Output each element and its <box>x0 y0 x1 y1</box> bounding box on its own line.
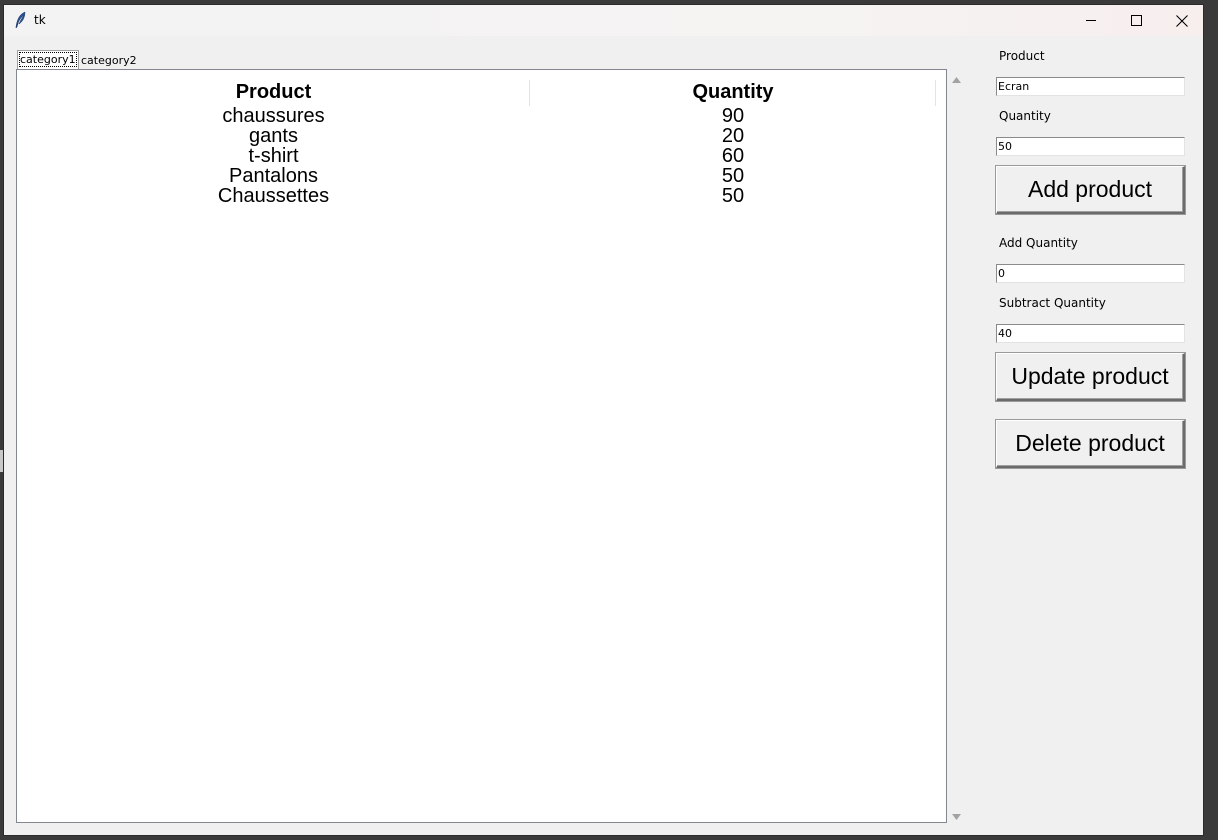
table-row[interactable]: Chaussettes 50 <box>17 186 946 206</box>
minimize-button[interactable] <box>1068 5 1114 36</box>
cell-quantity: 50 <box>721 166 745 186</box>
column-header-label: Quantity <box>692 80 774 103</box>
column-header-product[interactable]: Product <box>17 70 530 110</box>
update-product-button[interactable]: Update product <box>996 353 1185 401</box>
add-quantity-label: Add Quantity <box>999 236 1078 250</box>
tab-label: category2 <box>81 54 137 67</box>
product-field[interactable]: Ecran <box>996 77 1185 96</box>
title-bar[interactable]: tk <box>4 5 1203 36</box>
table-row[interactable]: Pantalons 50 <box>17 166 946 186</box>
cell-quantity: 90 <box>721 106 745 126</box>
maximize-icon <box>1130 15 1142 26</box>
quantity-field[interactable]: 50 <box>996 137 1185 156</box>
maximize-button[interactable] <box>1113 5 1159 36</box>
cell-product: gants <box>249 126 298 146</box>
cell-quantity: 20 <box>721 126 745 146</box>
window-title: tk <box>34 13 46 27</box>
cell-quantity: 60 <box>721 146 745 166</box>
tab-label: category1 <box>19 52 77 67</box>
cell-product: Pantalons <box>229 166 318 186</box>
table-row[interactable]: chaussures 90 <box>17 106 946 126</box>
product-table[interactable]: Product Quantity chaussures 90 gants 20 … <box>16 69 947 823</box>
scroll-up-button[interactable] <box>948 69 965 86</box>
table-row[interactable]: t-shirt 60 <box>17 146 946 166</box>
tab-category1[interactable]: category1 <box>17 50 79 69</box>
scroll-down-arrow-icon <box>952 805 961 824</box>
app-window: tk category1 category2 Product Quantity … <box>3 4 1204 836</box>
product-label: Product <box>999 49 1045 63</box>
column-header-quantity[interactable]: Quantity <box>530 70 936 110</box>
table-header: Product Quantity <box>17 70 946 110</box>
cell-product: t-shirt <box>248 146 299 166</box>
quantity-label: Quantity <box>999 109 1051 123</box>
table-body: chaussures 90 gants 20 t-shirt 60 Pantal… <box>17 106 946 206</box>
delete-product-button[interactable]: Delete product <box>996 420 1185 468</box>
subtract-quantity-label: Subtract Quantity <box>999 296 1106 310</box>
scroll-down-button[interactable] <box>948 806 965 823</box>
scroll-up-arrow-icon <box>952 68 961 87</box>
cell-product: chaussures <box>222 106 325 126</box>
tab-category2[interactable]: category2 <box>79 53 139 69</box>
cell-quantity: 50 <box>721 186 745 206</box>
column-header-label: Product <box>235 80 312 103</box>
cell-product: Chaussettes <box>217 186 330 206</box>
vertical-scrollbar[interactable] <box>948 69 965 823</box>
feather-icon <box>14 11 28 29</box>
table-row[interactable]: gants 20 <box>17 126 946 146</box>
minimize-icon <box>1085 15 1097 26</box>
column-separator[interactable] <box>935 80 936 106</box>
add-quantity-field[interactable]: 0 <box>996 264 1185 283</box>
close-icon <box>1176 14 1188 27</box>
close-button[interactable] <box>1159 5 1203 36</box>
subtract-quantity-field[interactable]: 40 <box>996 324 1185 343</box>
add-product-button[interactable]: Add product <box>996 166 1185 214</box>
